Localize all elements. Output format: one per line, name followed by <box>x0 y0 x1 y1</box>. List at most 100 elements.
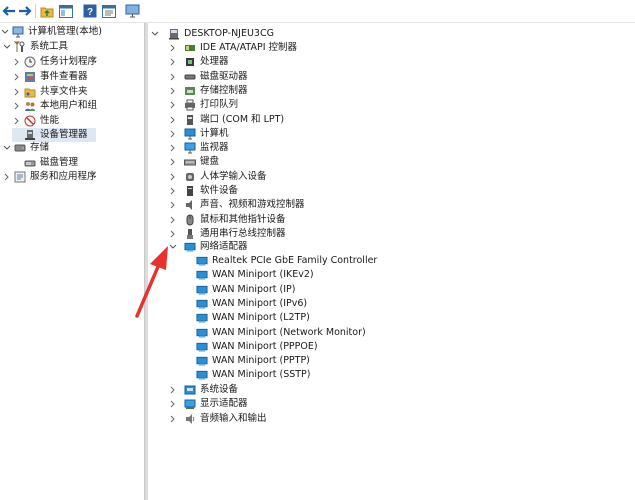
device-category-storage-controller[interactable]: 存储控制器 <box>168 84 248 98</box>
device-category-mouse[interactable]: 鼠标和其他指针设备 <box>168 213 286 227</box>
network-adapter-item[interactable]: WAN Miniport (IP) <box>194 283 295 297</box>
device-category-label: 磁盘驱动器 <box>200 70 248 82</box>
network-adapter-item[interactable]: WAN Miniport (IKEv2) <box>194 268 314 282</box>
network-adapter-icon <box>196 269 208 281</box>
network-adapter-item[interactable]: WAN Miniport (IPv6) <box>194 297 307 311</box>
chevron-right-icon[interactable] <box>168 98 178 112</box>
chevron-down-icon[interactable] <box>2 40 12 54</box>
device-category-sound[interactable]: 声音、视频和游戏控制器 <box>168 198 305 212</box>
show-hide-tree-icon[interactable] <box>58 3 74 19</box>
system-tools-label: 系统工具 <box>30 41 69 52</box>
up-folder-icon[interactable] <box>39 3 55 19</box>
network-adapter-item[interactable]: WAN Miniport (PPTP) <box>194 354 310 368</box>
chevron-right-icon[interactable] <box>168 127 178 141</box>
device-category-computer[interactable]: 计算机 <box>168 127 229 141</box>
chevron-right-icon[interactable] <box>168 113 178 127</box>
chevron-right-icon[interactable] <box>168 227 178 241</box>
tree-item-local-users-groups[interactable]: 本地用户和组 <box>12 99 97 113</box>
computer-icon <box>168 28 180 40</box>
computer-icon <box>184 128 196 140</box>
network-adapter-item[interactable]: WAN Miniport (PPPOE) <box>194 340 318 354</box>
services-label: 服务和应用程序 <box>30 171 97 182</box>
device-category-label: 系统设备 <box>200 384 239 395</box>
device-category-usb[interactable]: 通用串行总线控制器 <box>168 227 286 241</box>
tree-root-label: 计算机管理(本地) <box>28 26 102 37</box>
back-icon[interactable] <box>1 3 17 19</box>
tree-item-system-tools[interactable]: 系统工具 <box>0 40 68 54</box>
device-category-hid[interactable]: 人体学输入设备 <box>168 170 267 184</box>
chevron-right-icon[interactable] <box>168 41 178 55</box>
network-adapter-item[interactable]: Realtek PCIe GbE Family Controller <box>194 254 377 268</box>
device-category-keyboard[interactable]: 键盘 <box>168 155 219 169</box>
port-icon <box>184 114 196 126</box>
network-adapter-item[interactable]: WAN Miniport (SSTP) <box>194 368 311 382</box>
device-category-label: 存储控制器 <box>200 84 248 96</box>
chevron-right-icon[interactable] <box>168 70 178 84</box>
device-category-system-device[interactable]: 系统设备 <box>168 383 238 397</box>
device-category-monitor[interactable]: 监视器 <box>168 141 229 155</box>
tree-item-device-manager[interactable]: 设备管理器 <box>12 128 96 142</box>
system-device-icon <box>184 384 196 396</box>
tree-item-shared-folders[interactable]: 共享文件夹 <box>12 85 88 99</box>
device-category-printer[interactable]: 打印队列 <box>168 98 238 112</box>
tree-item-performance[interactable]: 性能 <box>12 114 59 128</box>
chevron-down-icon[interactable] <box>2 141 12 155</box>
chevron-right-icon[interactable] <box>12 70 22 84</box>
computer-monitor-icon[interactable] <box>124 3 140 19</box>
tree-root-computer-management[interactable]: 计算机管理(本地) <box>0 25 102 39</box>
chevron-right-icon[interactable] <box>168 55 178 69</box>
ide-controller-icon <box>184 42 196 54</box>
device-category-network-adapters[interactable]: 网络适配器 <box>168 240 248 254</box>
storage-label: 存储 <box>30 142 50 153</box>
chevron-down-icon[interactable] <box>168 240 178 254</box>
chevron-right-icon[interactable] <box>12 99 22 113</box>
software-device-icon <box>184 185 196 197</box>
tree-item-label: 事件查看器 <box>40 71 88 82</box>
network-adapter-item[interactable]: WAN Miniport (L2TP) <box>194 311 310 325</box>
chevron-right-icon[interactable] <box>168 412 178 426</box>
forward-icon[interactable] <box>17 3 33 19</box>
network-adapter-label: WAN Miniport (IPv6) <box>212 297 308 309</box>
network-adapter-icon <box>196 312 208 324</box>
usb-icon <box>184 228 196 240</box>
sound-icon <box>184 199 196 211</box>
chevron-right-icon[interactable] <box>168 213 178 227</box>
navigation-tree: 计算机管理(本地) 系统工具 任务计划程序 事件查看器 共享文件夹 本地用户和组… <box>0 23 144 500</box>
chevron-right-icon[interactable] <box>168 198 178 212</box>
tree-item-event-viewer[interactable]: 事件查看器 <box>12 70 88 84</box>
device-category-label: 处理器 <box>200 56 229 68</box>
device-category-audio-io[interactable]: 音频输入和输出 <box>168 412 267 426</box>
chevron-right-icon[interactable] <box>168 397 178 411</box>
device-category-software-device[interactable]: 软件设备 <box>168 184 238 198</box>
clock-icon <box>24 56 36 68</box>
device-category-port[interactable]: 端口 (COM 和 LPT) <box>168 113 284 127</box>
disk-drive-icon <box>184 71 196 83</box>
chevron-right-icon[interactable] <box>12 85 22 99</box>
tree-item-disk-management[interactable]: 磁盘管理 <box>22 156 78 170</box>
chevron-down-icon[interactable] <box>150 27 160 41</box>
tree-item-services-apps[interactable]: 服务和应用程序 <box>0 170 97 184</box>
chevron-right-icon[interactable] <box>168 141 178 155</box>
device-category-label: 音频输入和输出 <box>200 412 267 424</box>
chevron-right-icon[interactable] <box>168 84 178 98</box>
device-category-disk-drive[interactable]: 磁盘驱动器 <box>168 70 248 84</box>
device-category-display-adapter[interactable]: 显示适配器 <box>168 397 248 411</box>
tree-item-storage[interactable]: 存储 <box>0 141 49 155</box>
tree-item-task-scheduler[interactable]: 任务计划程序 <box>12 55 97 69</box>
chevron-right-icon[interactable] <box>2 170 12 184</box>
device-category-label: 计算机 <box>200 127 229 139</box>
chevron-down-icon[interactable] <box>0 25 10 39</box>
chevron-right-icon[interactable] <box>12 114 22 128</box>
help-icon[interactable]: ? <box>82 3 98 19</box>
device-category-ide-controller[interactable]: IDE ATA/ATAPI 控制器 <box>168 41 297 55</box>
device-tree-root[interactable]: DESKTOP-NJEU3CG <box>150 27 274 41</box>
processor-icon <box>184 56 196 68</box>
chevron-right-icon[interactable] <box>168 155 178 169</box>
device-category-processor[interactable]: 处理器 <box>168 55 229 69</box>
chevron-right-icon[interactable] <box>168 170 178 184</box>
chevron-right-icon[interactable] <box>12 55 22 69</box>
network-adapter-item[interactable]: WAN Miniport (Network Monitor) <box>194 326 366 340</box>
properties-icon[interactable] <box>101 3 117 19</box>
chevron-right-icon[interactable] <box>168 184 178 198</box>
chevron-right-icon[interactable] <box>168 383 178 397</box>
